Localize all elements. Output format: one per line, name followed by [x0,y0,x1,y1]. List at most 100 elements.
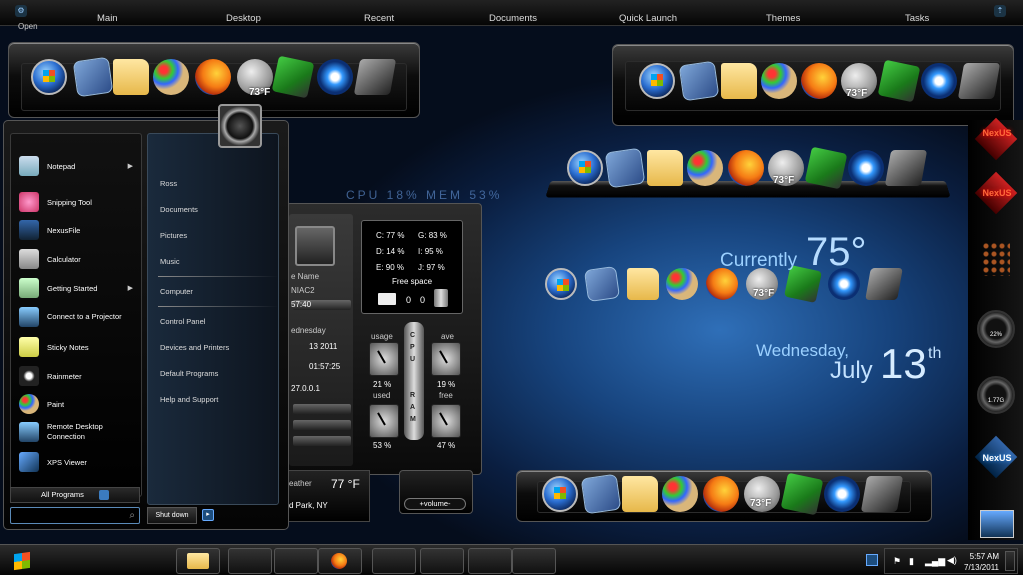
taskbar-group-3[interactable] [372,548,416,574]
program-snipping-tool[interactable]: Snipping Tool [19,192,141,212]
link-music[interactable]: Music [160,257,180,266]
nexus-label[interactable]: NexUS [976,128,1018,138]
cube-icon[interactable] [884,150,928,186]
dock-top-right: 73°F [612,44,1014,126]
tray-time[interactable]: 5:57 AM [970,552,999,561]
folder-icon[interactable] [622,476,658,512]
tray-date[interactable]: 7/13/2011 [964,563,999,572]
rocketdock-icon[interactable] [921,63,957,99]
link-pictures[interactable]: Pictures [160,231,187,240]
link-computer[interactable]: Computer [160,287,193,296]
tweak-icon[interactable] [804,146,848,190]
taskbar-firefox[interactable] [318,548,362,574]
program-sticky-notes[interactable]: Sticky Notes [19,337,141,357]
windows-orb-icon[interactable] [639,63,675,99]
firefox-icon[interactable] [703,476,739,512]
network-icon[interactable]: ▮ [909,556,914,567]
user-avatar[interactable] [218,104,262,148]
cube-icon[interactable] [860,476,904,512]
paint-palette-icon[interactable] [153,59,189,95]
cube-icon[interactable] [353,59,397,95]
program-nexusfile[interactable]: NexusFile [19,220,141,240]
start-button[interactable] [6,547,42,575]
program-xps-viewer[interactable]: XPS Viewer [19,452,141,472]
taskbar-group-6[interactable] [512,548,556,574]
firefox-icon[interactable] [195,59,231,95]
menu-recent[interactable]: Recent [364,13,394,24]
paint-palette-icon[interactable] [687,150,723,186]
link-control-panel[interactable]: Control Panel [160,317,205,326]
signal-icon[interactable]: ▂▄▆ [925,556,945,567]
taskbar-group-4[interactable] [420,548,464,574]
shut-down-button[interactable]: Shut down [147,507,197,524]
flag-icon[interactable]: ⚑ [893,556,901,567]
program-notepad[interactable]: Notepad ▶ [19,156,141,176]
tweak-icon[interactable] [877,59,921,103]
paint-palette-icon[interactable] [761,63,797,99]
paint-palette-icon[interactable] [666,268,698,300]
show-desktop-button[interactable] [1005,551,1015,571]
tweak-icon[interactable] [780,472,824,516]
link-user[interactable]: Ross [160,179,177,188]
open-label[interactable]: Open [18,22,38,31]
trash-icon[interactable] [434,289,448,307]
windows-orb-icon[interactable] [31,59,67,95]
paint-palette-icon[interactable] [662,476,698,512]
folder-icon[interactable] [721,63,757,99]
program-calculator[interactable]: Calculator [19,249,141,269]
menu-documents[interactable]: Documents [489,13,537,24]
taskbar-explorer[interactable] [176,548,220,574]
link-default-programs[interactable]: Default Programs [160,369,218,378]
dlgfo-icon[interactable] [678,60,720,102]
all-programs-button[interactable]: All Programs [10,487,140,503]
start-search-input[interactable]: ⌕ [10,507,140,524]
program-rainmeter[interactable]: Rainmeter [19,366,141,386]
taskbar-group-5[interactable] [468,548,512,574]
camera-icon[interactable] [980,510,1014,538]
dlgfo-icon[interactable] [583,265,621,303]
firefox-icon[interactable] [706,268,738,300]
dlgfo-icon[interactable] [72,56,114,98]
cube-icon[interactable] [865,268,903,300]
show-hidden-icons[interactable] [866,554,878,566]
link-documents[interactable]: Documents [160,205,198,214]
taskbar-group-1[interactable] [228,548,272,574]
nexus-label[interactable]: NexUS [976,188,1018,198]
current-temp: 75° [806,230,867,274]
collapse-icon[interactable]: ⇡ [994,5,1006,17]
dlgfo-icon[interactable] [580,473,622,515]
menu-desktop[interactable]: Desktop [226,13,261,24]
taskbar-group-2[interactable] [274,548,318,574]
program-getting-started[interactable]: Getting Started ▶ [19,278,141,298]
rocketdock-icon[interactable] [317,59,353,95]
rocketdock-icon[interactable] [848,150,884,186]
mail-icon[interactable] [378,293,396,305]
nexus-label[interactable]: NexUS [976,453,1018,463]
folder-icon[interactable] [113,59,149,95]
volume-icon[interactable]: ◀) [947,555,957,566]
cube-icon[interactable] [957,63,1001,99]
program-remote-desktop[interactable]: Remote Desktop Connection [19,422,129,442]
dots-icon[interactable] [982,242,1010,276]
menu-themes[interactable]: Themes [766,13,800,24]
folder-icon[interactable] [627,268,659,300]
firefox-icon[interactable] [728,150,764,186]
volume-control[interactable]: +volume- [404,498,466,510]
program-connect-projector[interactable]: Connect to a Projector [19,307,127,327]
menu-tasks[interactable]: Tasks [905,13,929,24]
firefox-icon[interactable] [801,63,837,99]
dlgfo-icon[interactable] [604,147,646,189]
folder-icon[interactable] [647,150,683,186]
windows-orb-icon[interactable] [545,268,577,300]
windows-orb-icon[interactable] [542,476,578,512]
shut-down-options-icon[interactable]: ▸ [202,509,214,521]
tweak-icon[interactable] [271,55,315,99]
menu-quick-launch[interactable]: Quick Launch [619,13,677,24]
link-help-support[interactable]: Help and Support [160,395,218,404]
gear-icon[interactable]: ⚙ [15,5,27,17]
rocketdock-icon[interactable] [824,476,860,512]
windows-orb-icon[interactable] [567,150,603,186]
menu-main[interactable]: Main [97,13,118,24]
program-paint[interactable]: Paint [19,394,141,414]
link-devices-printers[interactable]: Devices and Printers [160,343,229,352]
